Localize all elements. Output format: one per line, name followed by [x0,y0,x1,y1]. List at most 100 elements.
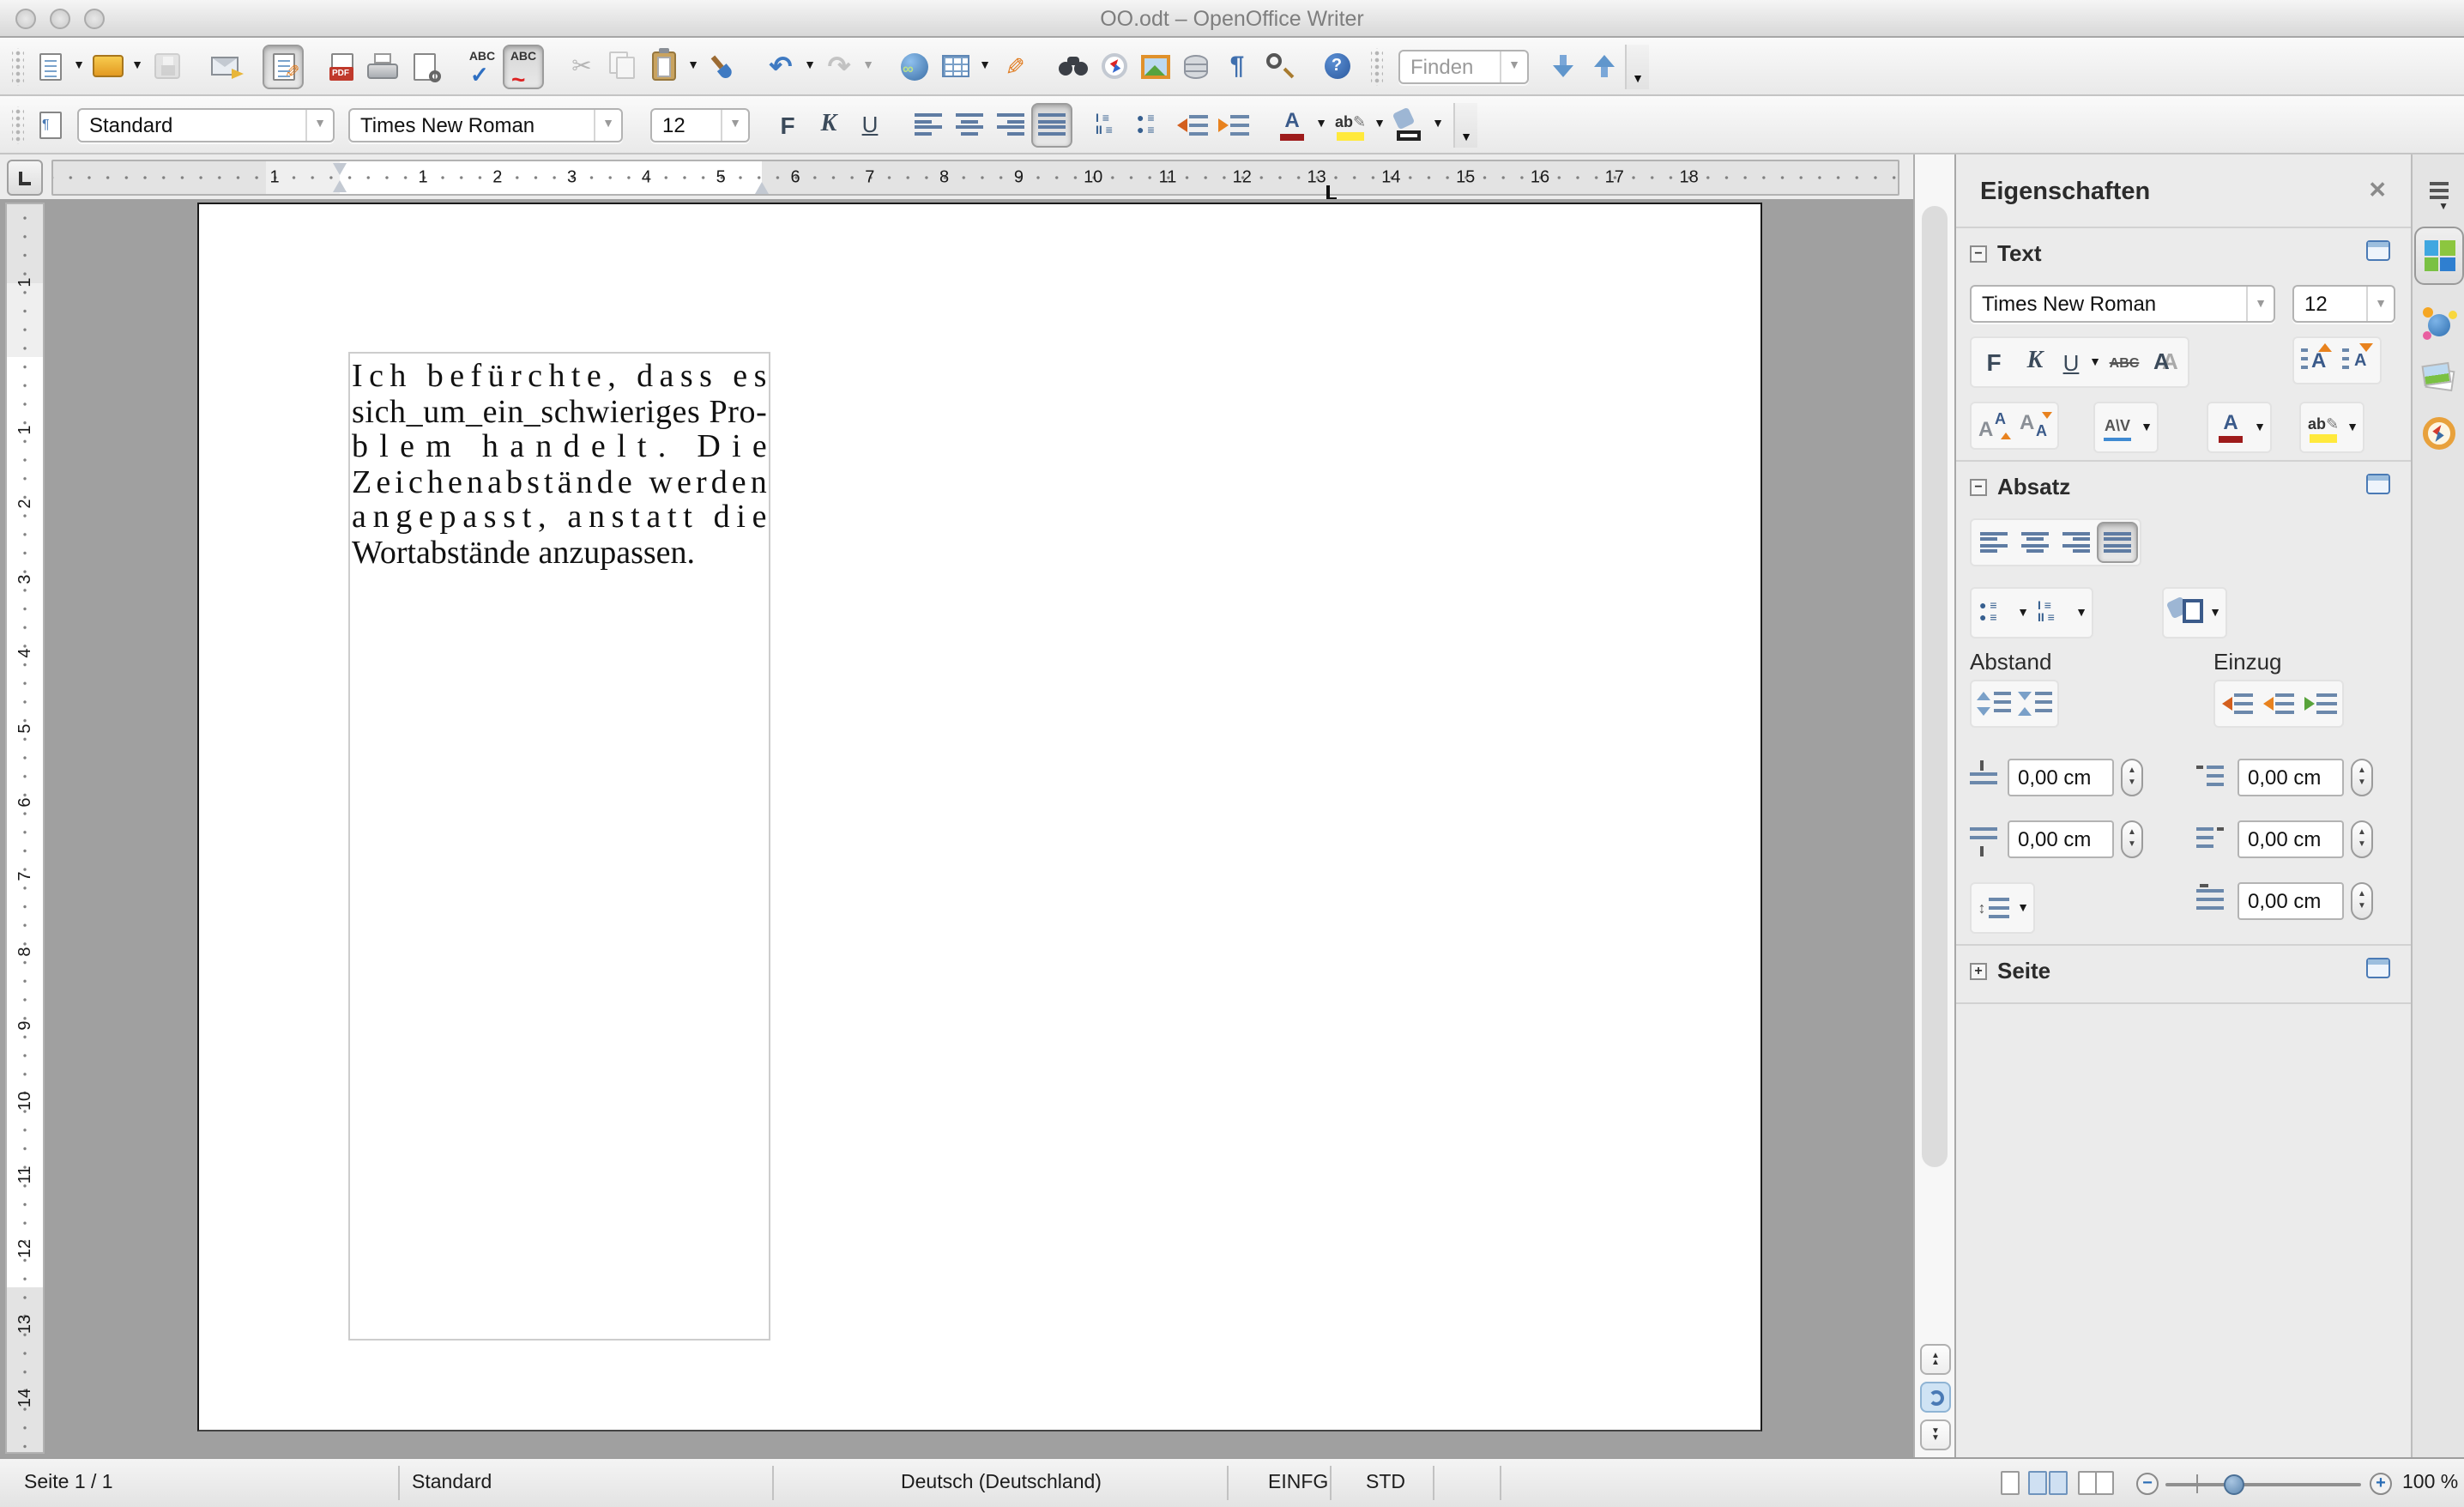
sidebar-bold-button[interactable]: F [1973,342,2014,383]
export-pdf-button[interactable]: PDF [321,44,362,88]
zoom-window-button[interactable] [84,9,105,29]
font-name-combo[interactable]: Times New Roman ▼ [348,107,623,142]
chevron-down-icon[interactable]: ▼ [594,109,621,140]
decrease-spacing-button[interactable] [2014,683,2056,724]
page-count-status[interactable]: Seite 1 / 1 [24,1459,113,1507]
chevron-down-icon[interactable]: ▼ [2246,287,2274,321]
tab-stop-selector[interactable] [7,160,43,196]
underline-button[interactable]: U [849,102,891,147]
spellcheck-button[interactable]: ABC ✓ [462,44,503,88]
copy-button[interactable] [602,44,643,88]
undo-dropdown[interactable]: ▼ [801,44,818,88]
chevron-down-icon[interactable]: ▼ [1500,51,1527,82]
sidebar-font-name-combo[interactable]: Times New Roman ▼ [1970,285,2275,323]
align-left-button[interactable] [908,102,949,147]
sidebar-align-center-button[interactable] [2014,522,2056,563]
zoom-level-status[interactable]: 100 % [2402,1459,2458,1507]
justify-button[interactable] [1031,102,1072,147]
paragraph-dialog-launcher-icon[interactable] [2366,474,2390,498]
character-spacing-button[interactable]: A\V [2097,407,2138,448]
decrease-indent-button[interactable] [1172,102,1213,147]
character-spacing-dropdown[interactable]: ▼ [2138,405,2155,450]
minimize-window-button[interactable] [50,9,70,29]
italic-button[interactable]: K [808,102,849,147]
tab-gallery[interactable] [2418,357,2461,400]
zoom-slider-track[interactable] [2165,1483,2361,1486]
sidebar-highlight-button[interactable]: ab✎ [2303,407,2344,448]
tab-navigator[interactable] [2418,412,2461,455]
toolbar-overflow-button[interactable]: ▼ [1625,44,1649,88]
find-next-button[interactable] [1543,44,1584,88]
highlight-dropdown[interactable]: ▼ [2344,405,2361,450]
grow-font-button[interactable]: A [2296,340,2337,381]
insert-mode-status[interactable]: EINFG [1268,1459,1328,1507]
superscript-button[interactable]: AA [1973,405,2014,446]
paragraph-background-dropdown[interactable]: ▼ [1429,102,1446,147]
indent-marker-left[interactable] [333,163,347,192]
sidebar-justify-button[interactable] [2097,522,2138,563]
toolbar-grip[interactable] [12,106,24,143]
spacing-above-stepper[interactable]: ▲ ▼ [2121,759,2143,796]
shrink-font-button[interactable]: A [2337,340,2378,381]
previous-page-button[interactable]: ▲ ▲ [1920,1344,1951,1375]
numbered-list-dropdown[interactable]: ▼ [2073,590,2090,635]
zoom-slider-thumb[interactable] [2224,1474,2244,1494]
highlight-dropdown[interactable]: ▼ [1371,102,1388,147]
page-preview-button[interactable] [403,44,444,88]
text-section-header[interactable]: − Text [1970,240,2042,266]
font-color-dropdown[interactable]: ▼ [1313,102,1330,147]
font-color-button[interactable]: A [1271,102,1313,147]
email-button[interactable] [204,44,245,88]
navigator-button[interactable] [1093,44,1134,88]
sidebar-menu-button[interactable]: ▼ [2418,175,2461,218]
page-dialog-launcher-icon[interactable] [2366,958,2390,982]
indent-marker-right[interactable] [755,161,769,194]
new-document-button[interactable] [29,44,70,88]
sidebar-font-size-combo[interactable]: 12 ▼ [2292,285,2395,323]
first-line-indent-field[interactable]: 0,00 cm [2238,882,2344,920]
paragraph-background-dropdown[interactable]: ▼ [2207,590,2224,635]
numbered-list-button[interactable]: I ≡ II ≡ [1090,102,1131,147]
first-line-indent-stepper[interactable]: ▲ ▼ [2351,882,2373,920]
sidebar-underline-button[interactable]: U [2056,342,2087,383]
multi-page-view-button[interactable] [2028,1471,2069,1495]
edit-file-button[interactable]: ✎ [263,44,304,88]
sidebar-decrease-indent-button[interactable] [2258,683,2299,724]
open-dropdown[interactable]: ▼ [129,44,146,88]
formatting-marks-button[interactable]: ¶ [1217,44,1258,88]
paste-button[interactable] [643,44,685,88]
title-bar[interactable]: OO.odt – OpenOffice Writer [0,0,2464,38]
page-section-header[interactable]: + Seite [1970,958,2050,983]
auto-spellcheck-button[interactable]: ABC ~ [503,44,544,90]
table-dropdown[interactable]: ▼ [976,44,993,88]
align-right-button[interactable] [990,102,1031,147]
indent-before-stepper[interactable]: ▲ ▼ [2351,759,2373,796]
shadow-button[interactable]: AA [2145,342,2186,383]
tab-styles[interactable] [2418,302,2461,345]
line-spacing-button[interactable]: ↕ [1973,887,2014,929]
navigation-button[interactable] [1920,1382,1951,1413]
close-sidebar-icon[interactable]: ✕ [2368,177,2387,204]
cut-button[interactable]: ✂ [561,44,602,88]
insert-table-button[interactable] [935,44,976,88]
paragraph-section-header[interactable]: − Absatz [1970,474,2070,499]
page-style-status[interactable]: Standard [412,1459,492,1507]
sidebar-align-right-button[interactable] [2056,522,2097,563]
style-combo[interactable]: Standard ▼ [77,107,335,142]
font-color-dropdown[interactable]: ▼ [2251,405,2268,450]
spacing-above-field[interactable]: 0,00 cm [2008,759,2114,796]
vertical-scrollbar[interactable]: ▲ ▲ ▼ ▼ [1913,154,1954,1457]
book-view-button[interactable] [2078,1471,2119,1495]
zoom-in-button[interactable]: + [2370,1473,2392,1495]
new-document-dropdown[interactable]: ▼ [70,44,88,88]
close-window-button[interactable] [15,9,36,29]
selection-mode-status[interactable]: STD [1366,1459,1405,1507]
draw-functions-button[interactable]: ✎ [993,44,1035,88]
find-toolbar-input[interactable]: Finden ▼ [1398,49,1529,83]
text-dialog-launcher-icon[interactable] [2366,240,2390,264]
tab-properties[interactable] [2414,227,2464,285]
format-paintbrush-button[interactable] [702,44,743,88]
collapse-icon[interactable]: − [1970,478,1987,495]
chevron-down-icon[interactable]: ▼ [305,109,333,140]
data-sources-button[interactable] [1175,44,1217,88]
